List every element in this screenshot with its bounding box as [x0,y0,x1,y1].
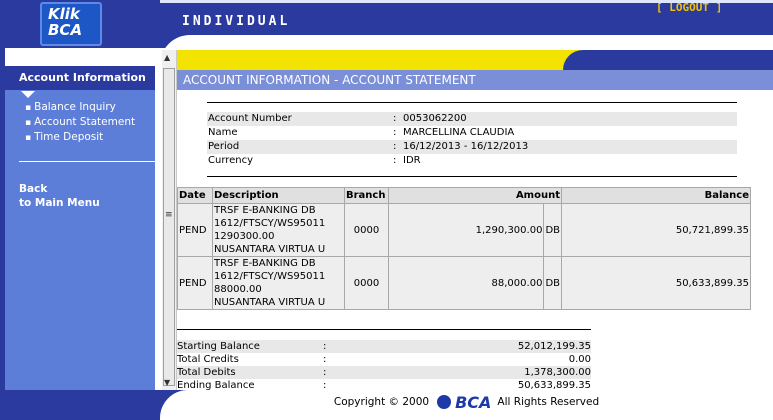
divider [207,102,737,103]
scroll-down-arrow-icon[interactable]: ▼ [164,378,170,387]
expand-triangle-icon [21,91,35,98]
back-to-main-menu-link[interactable]: Back to Main Menu [19,182,100,210]
section-title: INDIVIDUAL [182,14,291,29]
sidebar-heading: Account Information [5,66,155,90]
cell-branch: 0000 [344,256,389,310]
cell-branch: 0000 [344,203,389,257]
cell-type: DB [543,256,562,310]
sidebar-divider [19,161,156,162]
cell-type: DB [543,203,562,257]
content-area: ACCOUNT INFORMATION - ACCOUNT STATEMENT … [177,50,773,390]
cell-balance: 50,633,899.35 [561,256,751,310]
sidebar-menu: Balance Inquiry Account Statement Time D… [25,100,135,145]
sidebar-item-time-deposit[interactable]: Time Deposit [25,130,135,145]
sidebar: Account Information Balance Inquiry Acco… [5,66,156,390]
info-row-account-number: Account Number : 0053062200 [207,112,737,126]
statement-summary: Starting Balance : 52,012,199.35 Total C… [177,340,591,390]
page-title: ACCOUNT INFORMATION - ACCOUNT STATEMENT [177,70,773,90]
summary-row-ending-balance: Ending Balance : 50,633,899.35 [177,380,591,390]
cell-amount: 88,000.00 [387,256,545,310]
klikbca-logo[interactable]: Klik BCA [40,2,102,46]
summary-row-total-credits: Total Credits : 0.00 [177,354,591,365]
logo-text-bca: BCA [48,21,83,39]
col-header-date: Date [177,187,213,204]
cell-amount: 1,290,300.00 [387,203,545,257]
bca-logo: BCA [437,393,491,412]
cell-date: PEND [177,203,213,257]
summary-row-starting-balance: Starting Balance : 52,012,199.35 [177,340,591,353]
grip-icon: ≡ [165,210,173,220]
sidebar-item-balance-inquiry[interactable]: Balance Inquiry [25,100,135,115]
statement-table: Date Description Branch Amount Balance P… [177,187,751,310]
content-scrollbar[interactable]: ▲ ≡ ▼ [162,50,177,390]
rights-text: All Rights Reserved [497,396,600,408]
cell-description: TRSF E-BANKING DB 1612/FTSCY/WS95011 880… [212,256,345,310]
table-row: PEND TRSF E-BANKING DB 1612/FTSCY/WS9501… [177,203,751,257]
summary-row-total-debits: Total Debits : 1,378,300.00 [177,366,591,379]
sidebar-item-account-statement[interactable]: Account Statement [25,115,135,130]
col-header-branch: Branch [344,187,389,204]
cell-date: PEND [177,256,213,310]
logout-link[interactable]: [ LOGOUT ] [656,1,722,14]
header-accent-bar [177,50,773,70]
footer: Copyright © 2000 BCA All Rights Reserved [160,390,773,420]
cell-description: TRSF E-BANKING DB 1612/FTSCY/WS95011 129… [212,203,345,257]
copyright-text: Copyright © 2000 [333,396,430,408]
table-row: PEND TRSF E-BANKING DB 1612/FTSCY/WS9501… [177,256,751,310]
scrollbar-thumb[interactable] [163,68,175,386]
info-row-name: Name : MARCELLINA CLAUDIA [208,127,515,138]
cell-balance: 50,721,899.35 [561,203,751,257]
divider [177,329,591,330]
info-row-period: Period : 16/12/2013 - 16/12/2013 [207,140,737,154]
col-header-balance: Balance [561,187,751,204]
col-header-amount: Amount [388,187,562,204]
col-header-description: Description [212,187,345,204]
bca-emblem-icon [437,395,452,409]
divider [207,176,737,177]
account-info: Account Number : 0053062200 Name : MARCE… [207,112,737,168]
scroll-up-arrow-icon[interactable]: ▲ [164,53,170,62]
logo-text-klik: Klik [48,5,80,23]
info-row-currency: Currency : IDR [208,155,421,166]
